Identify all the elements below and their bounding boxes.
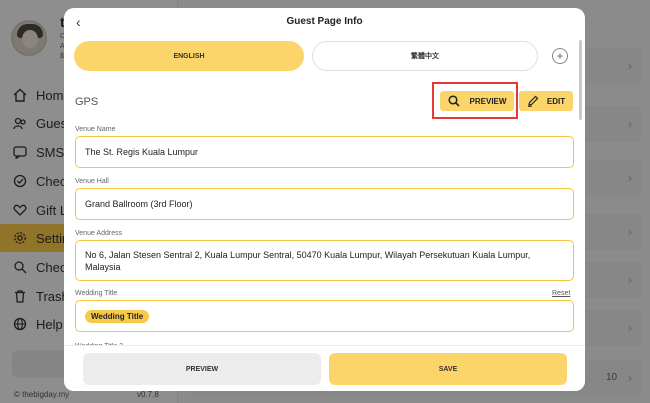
save-button[interactable]: SAVE [329, 353, 567, 385]
add-language-button[interactable]: + [552, 48, 568, 64]
wedding-title-field[interactable]: Wedding Title [75, 300, 574, 332]
venue-address-field[interactable]: No 6, Jalan Stesen Sentral 2, Kuala Lump… [75, 240, 574, 281]
wedding-title-chip: Wedding Title [85, 309, 150, 323]
scrollbar[interactable] [579, 40, 582, 120]
edit-button-label: EDIT [546, 96, 566, 106]
tab-traditional-chinese[interactable]: 繁體中文 [312, 41, 538, 71]
reset-link[interactable]: Reset [552, 290, 570, 297]
highlight-box [432, 82, 518, 119]
venue-name-label: Venue Name [75, 126, 116, 133]
venue-hall-field[interactable]: Grand Ballroom (3rd Floor) [75, 188, 574, 220]
edit-button[interactable]: EDIT [519, 91, 573, 111]
venue-hall-label: Venue Hall [75, 178, 109, 185]
wedding-title-label: Wedding Title [75, 290, 118, 297]
pencil-icon [527, 95, 539, 107]
footer-preview-button[interactable]: PREVIEW [83, 353, 321, 385]
dialog-footer: PREVIEW SAVE [64, 345, 585, 391]
venue-address-label: Venue Address [75, 230, 123, 237]
dialog-title: Guest Page Info [286, 16, 363, 27]
venue-name-field[interactable]: The St. Regis Kuala Lumpur [75, 136, 574, 168]
guest-page-info-dialog: ‹ Guest Page Info ENGLISH 繁體中文 + GPS PRE… [64, 8, 585, 391]
tab-english[interactable]: ENGLISH [74, 41, 304, 71]
section-label: GPS [75, 96, 99, 108]
dialog-header: ‹ Guest Page Info [64, 8, 585, 36]
